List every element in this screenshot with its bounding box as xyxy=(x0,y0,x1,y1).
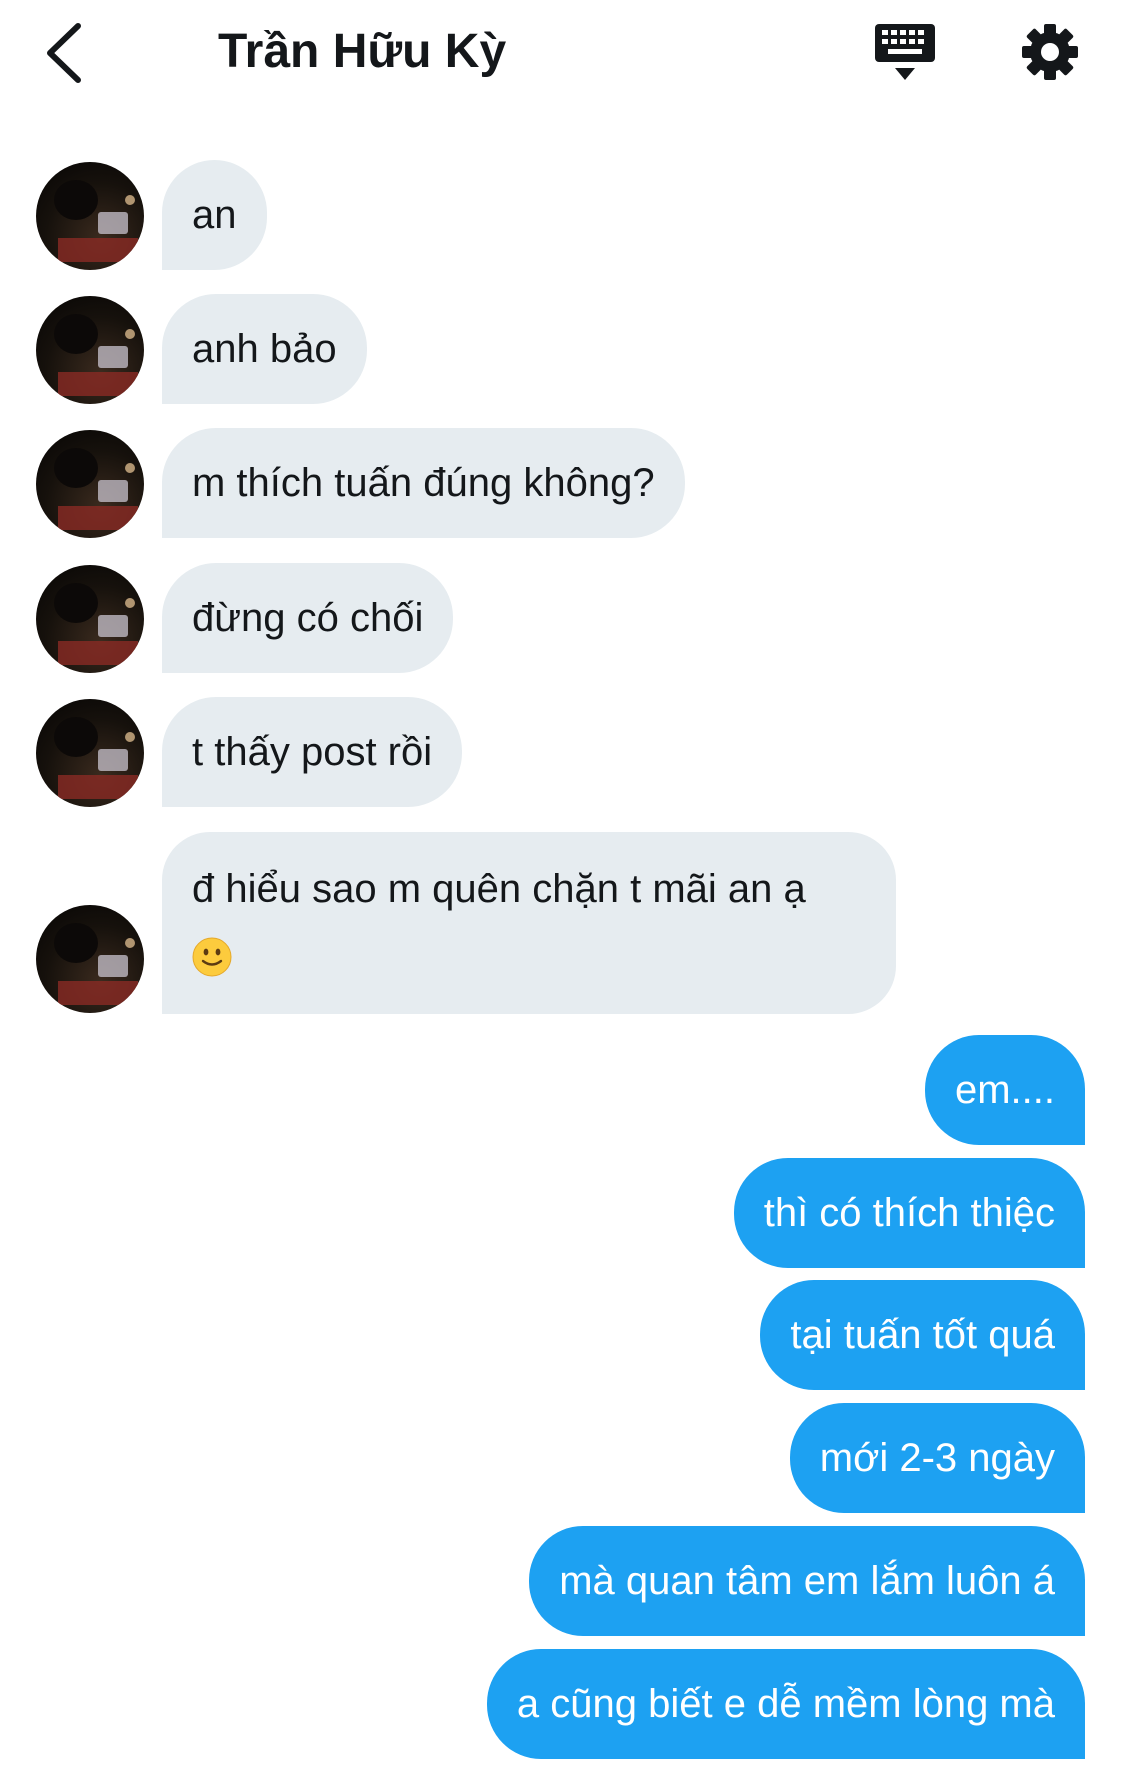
message-text: mới 2-3 ngày xyxy=(819,1436,1055,1480)
avatar-image xyxy=(54,314,138,396)
avatar-image xyxy=(54,923,138,1005)
conversation-header: Trần Hữu Kỳ xyxy=(0,0,1125,110)
incoming-message[interactable]: t thấy post rồi xyxy=(162,697,463,807)
outgoing-message[interactable]: a cũng biết e dễ mềm lòng mà xyxy=(486,1649,1085,1759)
message-text: m thích tuấn đúng không? xyxy=(192,461,655,505)
incoming-message[interactable]: an xyxy=(162,160,267,270)
sender-avatar[interactable] xyxy=(36,162,144,270)
keyboard-toggle-button[interactable] xyxy=(873,22,937,86)
message-text: anh bảo xyxy=(192,327,337,371)
sender-avatar[interactable] xyxy=(36,565,144,673)
message-text: em.... xyxy=(954,1068,1055,1112)
avatar-image xyxy=(54,717,138,799)
conversation-title: Trần Hữu Kỳ xyxy=(218,25,507,78)
message-text: an xyxy=(192,193,237,237)
avatar-image xyxy=(54,448,138,530)
message-text: đ hiểu sao m quên chặn t mãi an ạ xyxy=(192,867,806,911)
gear-icon xyxy=(1022,24,1078,80)
incoming-message[interactable]: đừng có chối xyxy=(162,563,454,673)
settings-button[interactable] xyxy=(1020,20,1080,84)
slightly-smiling-face-icon xyxy=(192,937,232,977)
sender-avatar[interactable] xyxy=(36,699,144,807)
message-text: tại tuấn tốt quá xyxy=(790,1313,1055,1357)
incoming-message[interactable]: đ hiểu sao m quên chặn t mãi an ạ xyxy=(162,832,896,1014)
sender-avatar[interactable] xyxy=(36,430,144,538)
avatar-image xyxy=(54,583,138,665)
outgoing-message[interactable]: tại tuấn tốt quá xyxy=(760,1280,1085,1390)
sender-avatar[interactable] xyxy=(36,296,144,404)
back-button[interactable] xyxy=(40,20,90,86)
incoming-message[interactable]: anh bảo xyxy=(162,294,367,404)
outgoing-message[interactable]: mà quan tâm em lắm luôn á xyxy=(529,1526,1085,1636)
outgoing-message[interactable]: mới 2-3 ngày xyxy=(789,1403,1085,1513)
message-text: đừng có chối xyxy=(192,596,424,640)
avatar-image xyxy=(54,180,138,262)
message-text: mà quan tâm em lắm luôn á xyxy=(559,1559,1055,1603)
keyboard-icon xyxy=(875,24,935,80)
message-text: t thấy post rồi xyxy=(192,730,433,774)
sender-avatar[interactable] xyxy=(36,905,144,1013)
message-text: thì có thích thiệc xyxy=(763,1191,1055,1235)
outgoing-message[interactable]: thì có thích thiệc xyxy=(733,1158,1085,1268)
outgoing-message[interactable]: em.... xyxy=(924,1035,1085,1145)
message-text: a cũng biết e dễ mềm lòng mà xyxy=(516,1682,1055,1726)
incoming-message[interactable]: m thích tuấn đúng không? xyxy=(162,428,685,538)
chevron-left-icon xyxy=(47,23,81,83)
